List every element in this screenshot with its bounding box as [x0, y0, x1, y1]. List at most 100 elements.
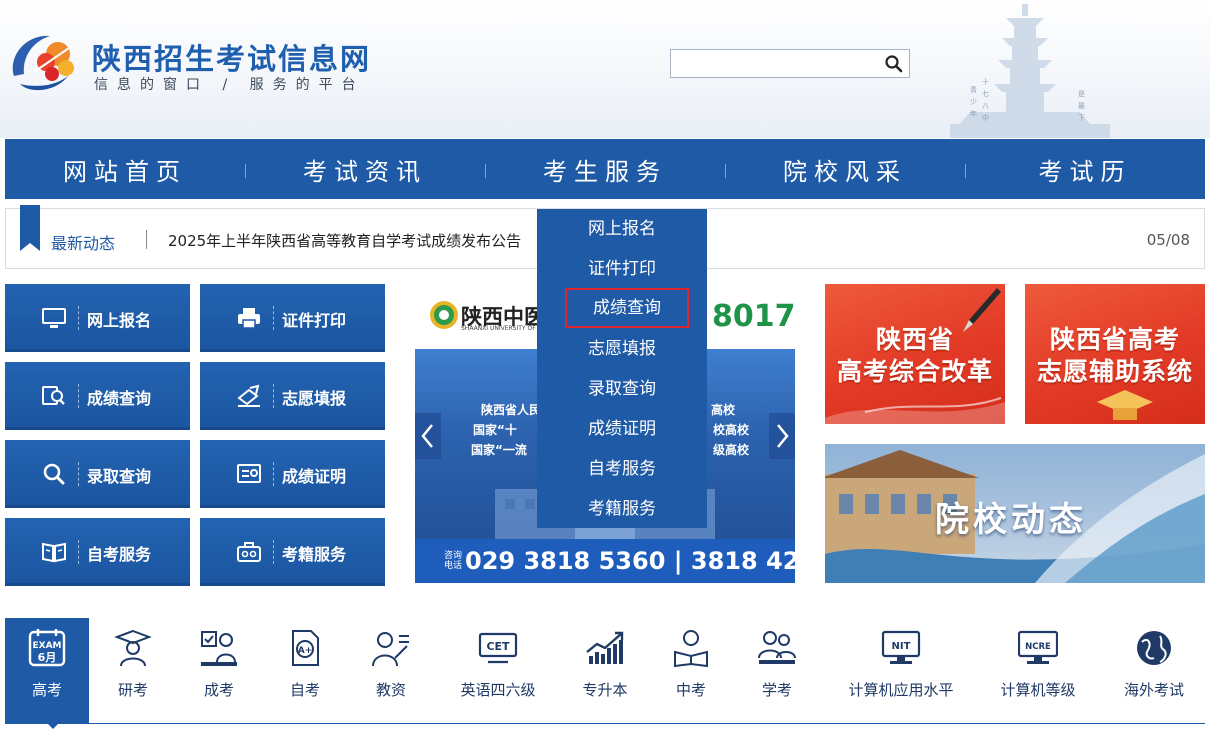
self-study-icon: A+: [292, 630, 319, 666]
university-code: 8017: [712, 299, 795, 334]
category-xuekao[interactable]: 学考: [735, 618, 819, 724]
graduation-cap-icon: [1097, 390, 1153, 420]
tile-registry-service[interactable]: 考籍服务: [200, 518, 385, 586]
svg-text:少: 少: [970, 98, 977, 106]
dropdown-item-self-study-service[interactable]: 自考服务: [537, 449, 707, 489]
promo-news-title: 院校动态: [935, 500, 1087, 540]
ncre-monitor-icon: NCRE: [1018, 630, 1058, 664]
category-overseas[interactable]: 海外考试: [1109, 618, 1199, 724]
student-services-dropdown: 网上报名 证件打印 成绩查询 志愿填报 录取查询 成绩证明 自考服务 考籍服务: [537, 209, 707, 528]
svg-text:十: 十: [982, 77, 989, 86]
adult-exam-icon: [201, 631, 237, 666]
bookmark-flag-icon: [20, 205, 40, 251]
dropdown-item-score-certificate[interactable]: 成绩证明: [537, 409, 707, 449]
tile-volunteer-fill[interactable]: 志愿填报: [200, 362, 385, 430]
dropdown-item-registry-service[interactable]: 考籍服务: [537, 489, 707, 529]
ticker-divider: [146, 230, 147, 249]
nav-student-services[interactable]: 考生服务: [485, 139, 725, 199]
svg-text:NIT: NIT: [892, 641, 911, 652]
tile-self-study-service[interactable]: 自考服务: [5, 518, 190, 586]
search-icon[interactable]: [883, 54, 905, 74]
banner-next-button[interactable]: [769, 413, 795, 459]
svg-text:七: 七: [982, 89, 989, 98]
site-logo-icon[interactable]: [6, 28, 82, 94]
promo-reform-line1: 陕西省: [875, 325, 954, 354]
svg-text:EXAM: EXAM: [32, 641, 61, 651]
category-zhuanshengben[interactable]: 专升本: [563, 618, 647, 724]
category-nit[interactable]: NIT 计算机应用水平: [833, 618, 969, 724]
university-emblem-icon: [430, 301, 458, 329]
university-name-en: SHAANXI UNIVERSITY OF: [461, 325, 536, 332]
banner-prev-button[interactable]: [415, 413, 441, 459]
dropdown-item-admission-query[interactable]: 录取查询: [537, 369, 707, 409]
chevron-left-icon: [421, 424, 433, 448]
promo-wave-decoration: [825, 397, 1005, 424]
nav-colleges[interactable]: 院校风采: [725, 139, 965, 199]
ticker-label: 最新动态: [51, 234, 116, 253]
tile-label: 志愿填报: [282, 389, 347, 408]
cet-icon: CET: [478, 632, 518, 664]
nav-exam-calendar[interactable]: 考试历: [965, 139, 1205, 199]
svg-text:最: 最: [1078, 102, 1085, 110]
svg-text:中: 中: [982, 113, 989, 122]
promo-volunteer-system[interactable]: 陕西省高考 志愿辅助系统: [1025, 284, 1205, 424]
main-nav: 网站首页 考试资讯 考生服务 院校风采 考试历: [5, 139, 1205, 199]
site-header: 陕西招生考试信息网 信息的窗口 / 服务的平台 青少年 十七八中 是最下: [0, 0, 1210, 138]
svg-text:下: 下: [1078, 114, 1085, 122]
dropdown-item-certificate-print[interactable]: 证件打印: [537, 249, 707, 289]
consult-phone-bar: 咨询电话 029 3818 5360 | 3818 4259: [415, 539, 795, 583]
pagoda-decoration-icon: 青少年 十七八中 是最下: [950, 4, 1110, 138]
printer-icon: [238, 308, 260, 329]
tile-certificate-print[interactable]: 证件打印: [200, 284, 385, 352]
open-book-icon: [42, 542, 66, 563]
nav-home[interactable]: 网站首页: [5, 139, 245, 199]
tile-admission-query[interactable]: 录取查询: [5, 440, 190, 508]
monitor-icon: [42, 308, 66, 328]
ticker-headline-link[interactable]: 2025年上半年陕西省高等教育自学考试成绩发布公告: [168, 230, 521, 251]
svg-text:是: 是: [1078, 90, 1085, 98]
promo-gaokao-reform[interactable]: 陕西省 高考综合改革: [825, 284, 1005, 424]
tile-label: 成绩查询: [87, 389, 152, 408]
promo-college-news[interactable]: 院校动态: [825, 444, 1205, 583]
promo-volunteer-line1: 陕西省高考: [1049, 325, 1180, 354]
category-chengkao[interactable]: 成考: [177, 618, 261, 724]
svg-text:青: 青: [970, 85, 977, 94]
site-slogan: 信息的窗口 / 服务的平台: [94, 77, 365, 93]
category-label: 高考: [31, 681, 62, 699]
tile-label: 网上报名: [87, 311, 152, 330]
tile-label: 录取查询: [87, 467, 152, 486]
category-jiaozi[interactable]: 教资: [349, 618, 433, 724]
globe-icon: [1137, 631, 1171, 665]
category-yankao[interactable]: 研考: [91, 618, 175, 724]
nav-exam-news[interactable]: 考试资讯: [245, 139, 485, 199]
category-zhongkao[interactable]: 中考: [649, 618, 733, 724]
active-category-pointer: [47, 723, 59, 729]
tile-label: 成绩证明: [282, 467, 347, 486]
svg-text:NCRE: NCRE: [1025, 642, 1051, 652]
svg-text:CET: CET: [486, 640, 510, 653]
tile-score-certificate[interactable]: 成绩证明: [200, 440, 385, 508]
score-search-icon: [42, 386, 65, 405]
tile-label: 考籍服务: [282, 545, 347, 564]
svg-text:年: 年: [970, 109, 977, 118]
site-title[interactable]: 陕西招生考试信息网: [92, 36, 371, 78]
dropdown-item-score-query[interactable]: 成绩查询: [565, 288, 689, 328]
svg-text:八: 八: [982, 102, 989, 110]
exam-calendar-icon: EXAM 6月: [28, 629, 66, 667]
chevron-right-icon: [777, 424, 789, 448]
dropdown-item-volunteer-fill[interactable]: 志愿填报: [537, 329, 707, 369]
search-input[interactable]: [675, 53, 875, 75]
tile-score-query[interactable]: 成绩查询: [5, 362, 190, 430]
teacher-icon: [372, 632, 409, 667]
category-gaokao[interactable]: EXAM 6月 高考: [5, 618, 89, 724]
form-fill-icon: [237, 384, 260, 407]
tile-online-registration[interactable]: 网上报名: [5, 284, 190, 352]
briefcase-icon: [237, 542, 261, 562]
category-cet[interactable]: CET 英语四六级: [435, 618, 561, 724]
svg-text:A+: A+: [298, 646, 313, 656]
students-icon: [758, 631, 796, 664]
category-ncre[interactable]: NCRE 计算机等级: [981, 618, 1095, 724]
category-zikao[interactable]: A+ 自考: [263, 618, 347, 724]
dropdown-item-online-registration[interactable]: 网上报名: [537, 209, 707, 249]
nit-monitor-icon: NIT: [881, 630, 921, 664]
